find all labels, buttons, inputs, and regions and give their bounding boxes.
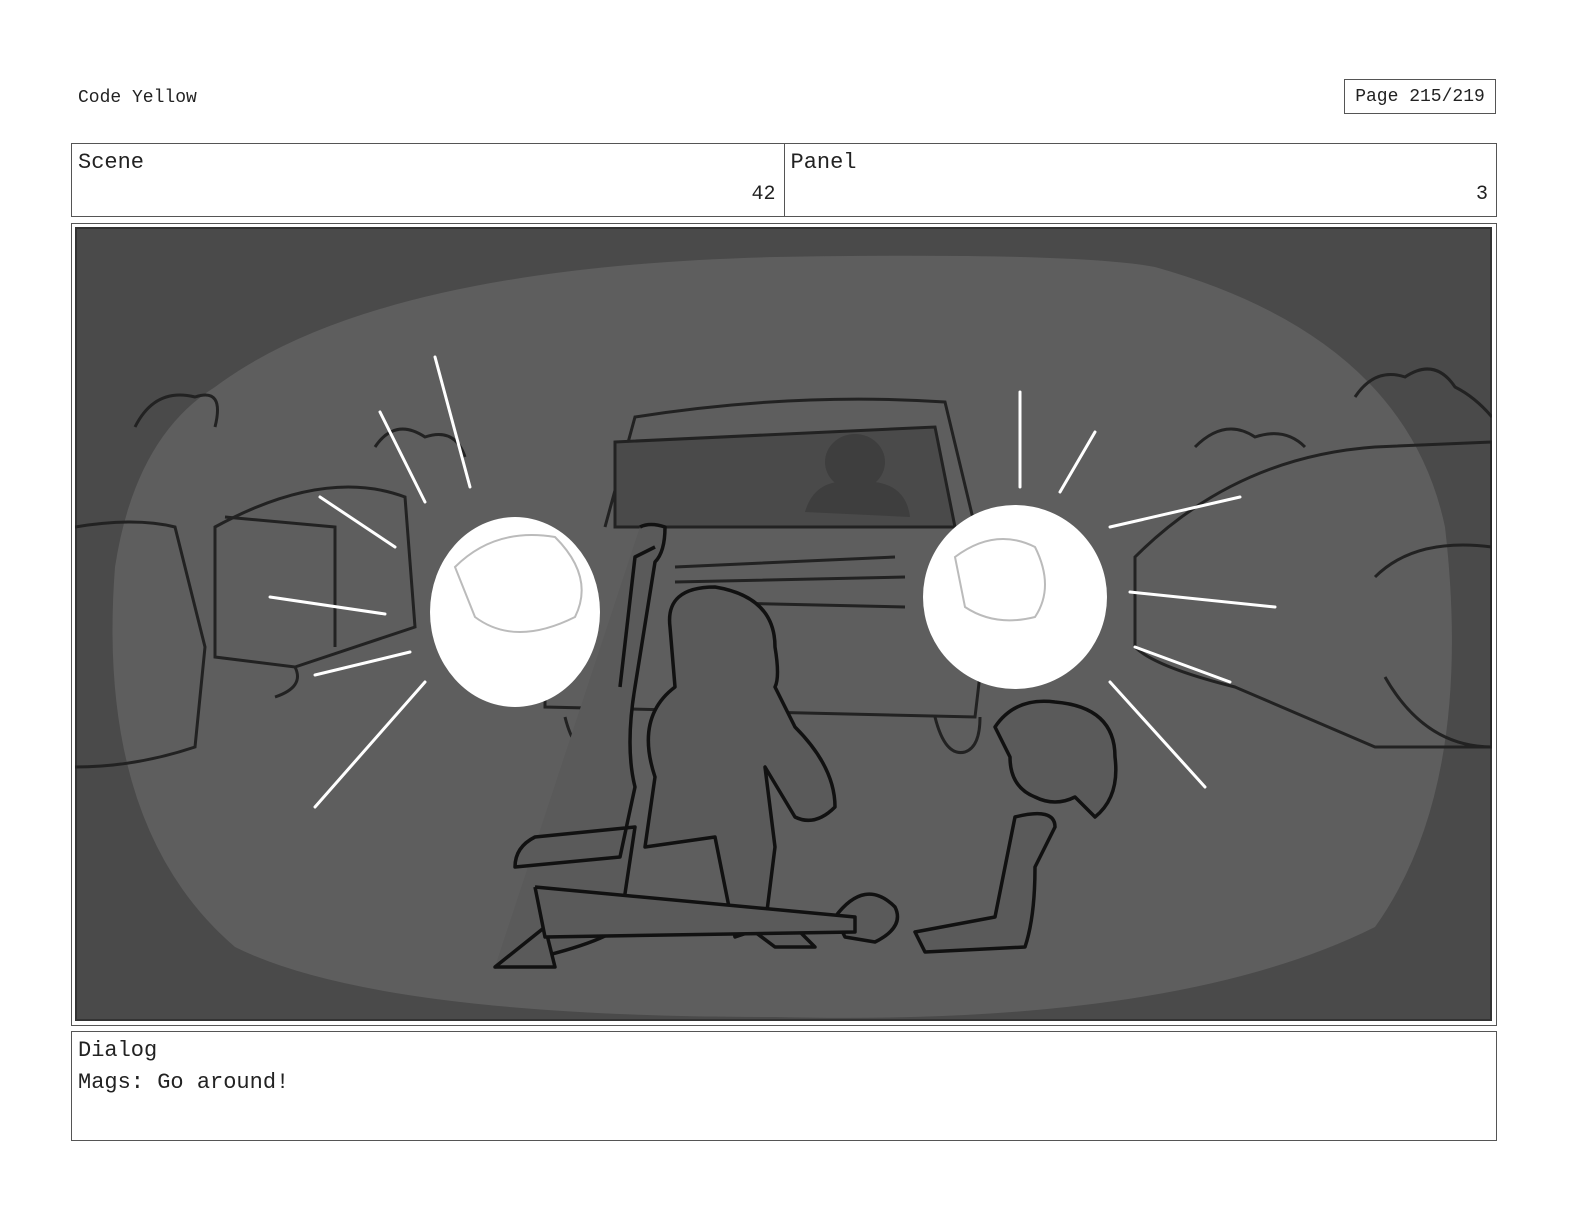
document-title: Code Yellow xyxy=(78,88,197,108)
panel-number: 3 xyxy=(1475,183,1488,206)
panel-label: Panel xyxy=(790,150,857,175)
scene-panel-header: Scene 42 Panel 3 xyxy=(71,143,1497,217)
storyboard-frame xyxy=(71,223,1497,1026)
scene-number: 42 xyxy=(751,183,776,206)
page-indicator: Page 215/219 xyxy=(1344,79,1496,114)
spotlight-area xyxy=(112,255,1452,1018)
dialog-box: Dialog Mags: Go around! xyxy=(71,1031,1497,1141)
panel-cell: Panel 3 xyxy=(783,144,1497,216)
dialog-label: Dialog xyxy=(78,1038,158,1063)
storyboard-drawing xyxy=(75,227,1492,1021)
scene-label: Scene xyxy=(78,150,145,175)
scene-cell: Scene 42 xyxy=(72,144,784,216)
dialog-line: Mags: Go around! xyxy=(78,1070,290,1095)
